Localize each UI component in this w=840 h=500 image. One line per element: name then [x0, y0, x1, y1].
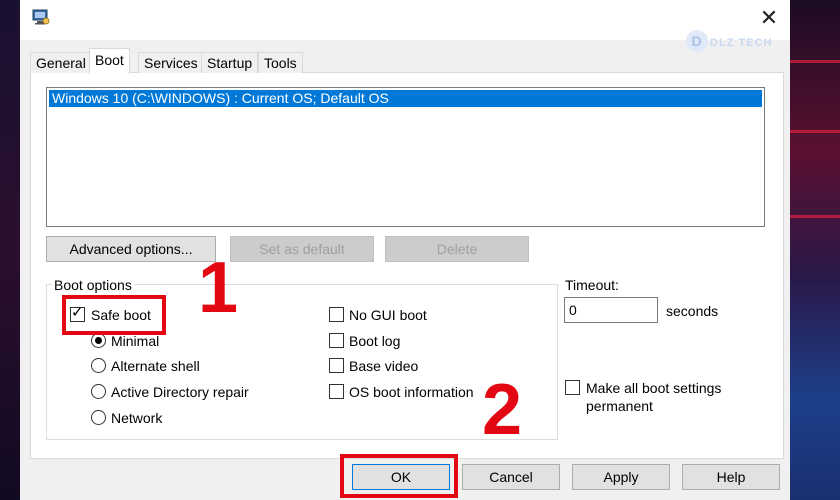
step-2-annotation: 2: [482, 370, 523, 450]
ok-highlight-box: [340, 454, 458, 498]
boot-log-checkbox[interactable]: [329, 333, 344, 348]
step-1-annotation: 1: [198, 248, 239, 328]
help-button[interactable]: Help: [682, 464, 780, 490]
tab-services[interactable]: Services: [138, 52, 204, 73]
close-button[interactable]: ✕: [756, 6, 782, 30]
watermark-logo: D DLZ TECH: [686, 30, 772, 52]
radio-network[interactable]: [91, 410, 106, 425]
alternate-shell-label: Alternate shell: [111, 358, 200, 374]
radio-active-directory-repair[interactable]: [91, 384, 106, 399]
make-permanent-checkbox[interactable]: [565, 380, 580, 395]
os-boot-information-label: OS boot information: [349, 384, 474, 400]
no-gui-boot-checkbox[interactable]: [329, 307, 344, 322]
make-permanent-label-line2: permanent: [586, 398, 653, 414]
delete-button[interactable]: Delete: [385, 236, 529, 262]
os-boot-information-checkbox[interactable]: [329, 384, 344, 399]
minimal-label: Minimal: [111, 333, 160, 349]
tab-tools[interactable]: Tools: [258, 52, 303, 73]
apply-button[interactable]: Apply: [572, 464, 670, 490]
radio-minimal[interactable]: [91, 333, 106, 348]
os-list-item[interactable]: Windows 10 (C:\WINDOWS) : Current OS; De…: [49, 90, 762, 107]
desktop-stripe: [790, 60, 840, 63]
make-permanent-label-line1: Make all boot settings: [586, 380, 722, 396]
network-label: Network: [111, 410, 163, 426]
base-video-label: Base video: [349, 358, 419, 374]
cancel-button[interactable]: Cancel: [462, 464, 560, 490]
base-video-checkbox[interactable]: [329, 358, 344, 373]
desktop-stripe: [790, 215, 840, 218]
no-gui-boot-label: No GUI boot: [349, 307, 427, 323]
title-bar: ✕: [20, 0, 790, 40]
timeout-label: Timeout:: [565, 277, 619, 293]
timeout-input[interactable]: 0: [564, 297, 658, 323]
advanced-options-button[interactable]: Advanced options...: [46, 236, 216, 262]
tab-startup[interactable]: Startup: [201, 52, 259, 73]
radio-alternate-shell[interactable]: [91, 358, 106, 373]
boot-options-label: Boot options: [52, 277, 134, 293]
boot-log-label: Boot log: [349, 333, 401, 349]
safe-boot-highlight-box: [62, 295, 166, 335]
tab-boot[interactable]: Boot: [89, 48, 130, 74]
radio-selected-dot: [95, 337, 102, 344]
os-list[interactable]: Windows 10 (C:\WINDOWS) : Current OS; De…: [46, 87, 765, 227]
timeout-unit-label: seconds: [666, 303, 719, 319]
desktop-background-right: [790, 0, 840, 500]
close-icon: ✕: [759, 5, 779, 30]
tab-general[interactable]: General: [30, 52, 92, 73]
desktop-background-left: [0, 0, 20, 500]
active-directory-repair-label: Active Directory repair: [111, 384, 249, 400]
set-as-default-button[interactable]: Set as default: [230, 236, 374, 262]
desktop-stripe: [790, 130, 840, 133]
system-configuration-dialog: ✕ D DLZ TECH General Boot Services Startu…: [20, 0, 790, 500]
watermark-d-icon: D: [686, 30, 708, 52]
msconfig-app-icon: [32, 9, 50, 25]
